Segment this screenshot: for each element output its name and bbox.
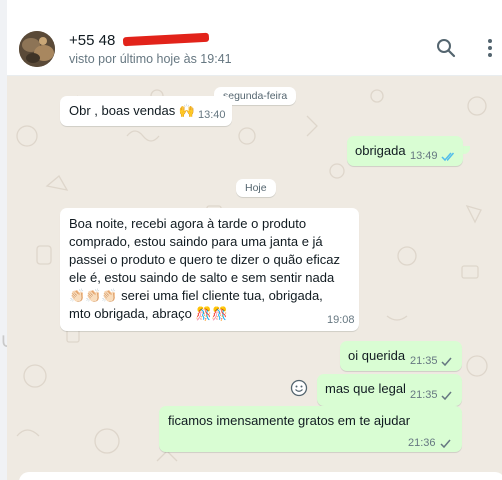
message-line: ele é, estou saindo de salto e sem senti…	[69, 270, 335, 285]
message-text: oi querida	[348, 348, 406, 363]
chat-area[interactable]: segunda-feira Obr , boas vendas 🙌 13:40 …	[7, 76, 502, 480]
read-double-check-icon	[441, 150, 457, 165]
message-text: mas que legal	[325, 381, 406, 396]
message-time: 21:36	[408, 437, 436, 449]
message-line: 👏🏻👏🏻👏🏻 serei uma fiel cliente tua, obrig…	[69, 288, 323, 303]
last-seen-status: visto por último hoje às 19:41	[69, 52, 232, 66]
message-line: Boa noite, recebi agora à tarde o produt…	[69, 216, 307, 231]
top-margin	[7, 0, 502, 23]
date-separator-today: Hoje	[236, 179, 276, 197]
menu-icon[interactable]	[479, 37, 501, 59]
sent-check-icon	[441, 355, 453, 370]
avatar[interactable]	[19, 31, 55, 67]
message-time: 19:08	[327, 314, 355, 326]
message-time: 13:40	[198, 109, 226, 121]
message-time: 21:35	[410, 389, 438, 401]
message-outgoing[interactable]: ficamos imensamente gratos em te ajudar …	[159, 406, 462, 452]
message-composer[interactable]	[19, 472, 502, 480]
message-text: ficamos imensamente gratos em te ajudar	[168, 413, 411, 428]
message-line: passei o produto e quero te dizer o quão…	[69, 252, 341, 267]
chat-header[interactable]: +55 48 visto por último hoje às 19:41	[7, 23, 502, 76]
message-time: 13:49	[410, 150, 438, 162]
message-text: Obr , boas vendas 🙌	[69, 103, 196, 118]
message-text: obrigada	[355, 143, 406, 158]
message-incoming[interactable]: Obr , boas vendas 🙌 13:40	[60, 96, 232, 126]
message-line: mto obrigada, abraço 🎊🎊	[69, 306, 228, 321]
message-time: 21:35	[410, 355, 438, 367]
edge-glyph: ∪	[0, 328, 15, 354]
sent-check-icon	[440, 437, 452, 452]
emoji-reaction-icon[interactable]	[290, 379, 308, 397]
contact-name[interactable]: +55 48	[69, 32, 115, 49]
message-incoming-long[interactable]: Boa noite, recebi agora à tarde o produt…	[60, 208, 359, 331]
left-panel-edge: ∪	[0, 0, 15, 480]
message-outgoing[interactable]: mas que legal 21:35	[317, 374, 462, 406]
search-icon[interactable]	[435, 37, 457, 59]
message-outgoing[interactable]: oi querida 21:35	[340, 341, 462, 371]
message-outgoing[interactable]: obrigada 13:49	[347, 136, 463, 166]
message-line: comprado, estou saindo para uma janta e …	[69, 234, 323, 249]
sent-check-icon	[441, 389, 453, 404]
redaction-mark	[122, 32, 210, 47]
